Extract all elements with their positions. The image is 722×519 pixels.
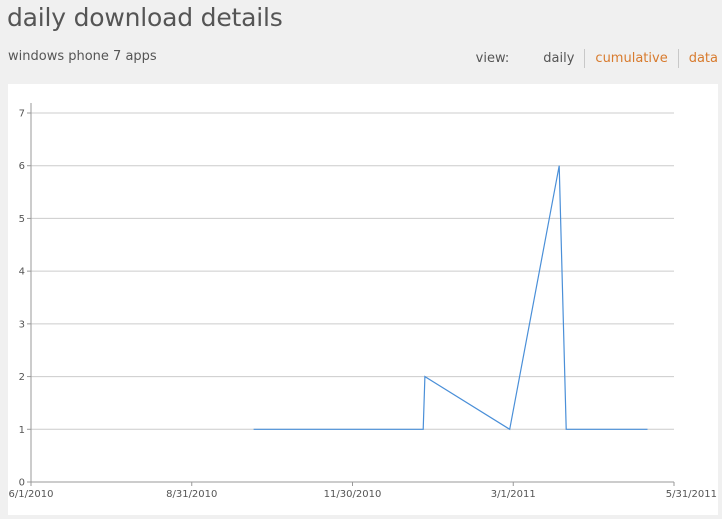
download-line-chart: 0 1 2 3 4 5 6 7 6/1/2010 8/31/2010 11/30/2010 3/1/2… (9, 103, 717, 500)
y-tick-label: 2 (19, 372, 25, 383)
y-tick-label: 3 (19, 319, 25, 330)
y-tick-label: 7 (19, 109, 25, 120)
y-tick-label: 0 (19, 478, 25, 489)
y-tick-label: 5 (19, 214, 25, 225)
x-tick-label: 6/1/2010 (9, 489, 54, 500)
x-tick-label: 3/1/2011 (491, 489, 536, 500)
y-tick-label: 6 (19, 161, 25, 172)
view-label: view: (475, 51, 510, 66)
view-data-link[interactable]: data (679, 51, 718, 66)
x-tick-label: 5/31/2011 (666, 489, 717, 500)
x-tick-label: 8/31/2010 (166, 489, 217, 500)
series-line (253, 165, 648, 431)
y-tick-label: 1 (19, 425, 25, 436)
page-title: daily download details (7, 3, 283, 32)
view-cumulative-link[interactable]: cumulative (585, 51, 677, 66)
x-tick-label: 11/30/2010 (324, 489, 382, 500)
chart-panel: 0 1 2 3 4 5 6 7 6/1/2010 8/31/2010 11/30/2010 3/1/2… (8, 84, 718, 515)
y-tick-label: 4 (19, 267, 25, 278)
view-daily-button[interactable]: daily (533, 51, 584, 66)
page-subtitle: windows phone 7 apps (8, 49, 157, 64)
page: daily download details windows phone 7 a… (0, 0, 722, 519)
view-switcher: view: daily cumulative data (476, 49, 718, 68)
